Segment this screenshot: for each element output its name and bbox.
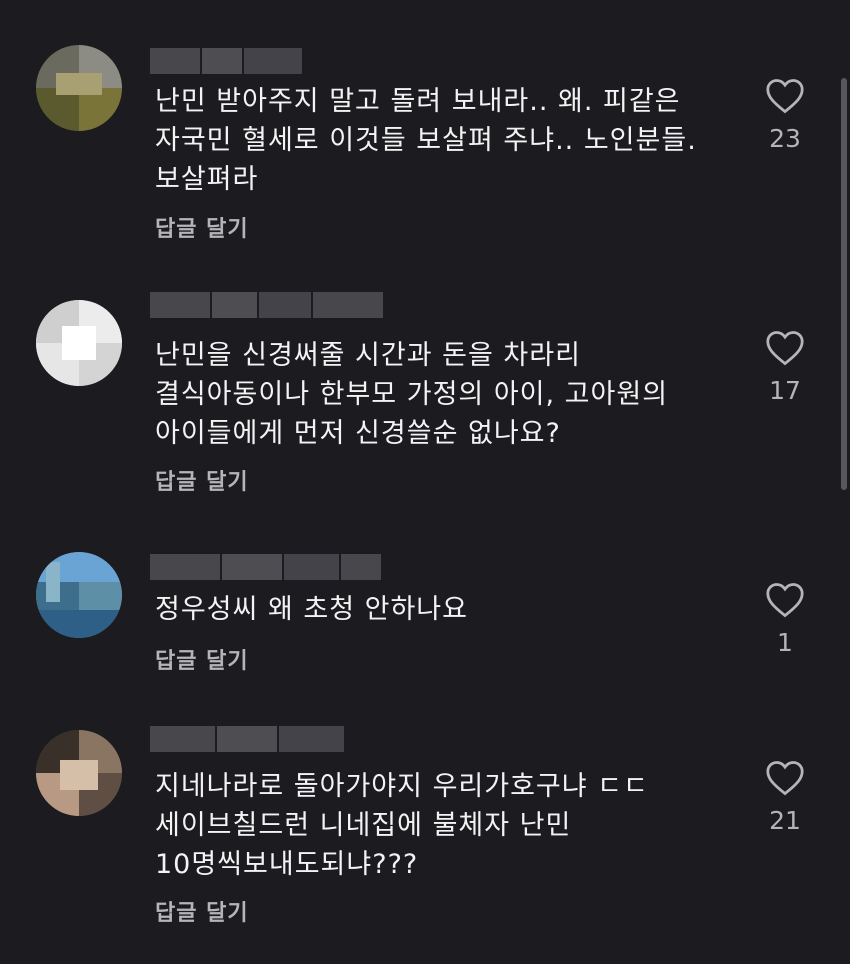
like-button[interactable]: 17 bbox=[755, 330, 815, 405]
comment-text: 난민을 신경써줄 시간과 돈을 차라리 결식아동이나 한부모 가정의 아이, 고… bbox=[155, 340, 669, 449]
avatar[interactable] bbox=[36, 730, 122, 816]
heart-outline-icon bbox=[766, 331, 804, 366]
reply-button[interactable]: 답글 달기 bbox=[155, 464, 249, 496]
heart-outline-icon bbox=[766, 761, 804, 796]
like-count: 23 bbox=[769, 124, 801, 153]
comment-list-page: 난민 받아주지 말고 돌려 보내라.. 왜. 피같은 자국민 혈세로 이것들 보… bbox=[0, 0, 850, 964]
like-count: 1 bbox=[777, 628, 793, 657]
avatar[interactable] bbox=[36, 300, 122, 386]
scrollbar[interactable] bbox=[841, 78, 847, 490]
like-button[interactable]: 23 bbox=[755, 78, 815, 153]
avatar[interactable] bbox=[36, 45, 122, 131]
username-redacted[interactable] bbox=[150, 291, 383, 319]
heart-outline-icon bbox=[766, 79, 804, 114]
like-count: 21 bbox=[769, 806, 801, 835]
comment-text: 난민 받아주지 말고 돌려 보내라.. 왜. 피같은 자국민 혈세로 이것들 보… bbox=[155, 86, 697, 195]
reply-button[interactable]: 답글 달기 bbox=[155, 895, 249, 927]
comment-text: 정우성씨 왜 초청 안하나요 bbox=[155, 594, 468, 625]
heart-outline-icon bbox=[766, 583, 804, 618]
avatar[interactable] bbox=[36, 552, 122, 638]
like-button[interactable]: 1 bbox=[755, 582, 815, 657]
username-redacted[interactable] bbox=[150, 553, 381, 581]
reply-button[interactable]: 답글 달기 bbox=[155, 211, 249, 243]
username-redacted[interactable] bbox=[150, 725, 344, 753]
like-button[interactable]: 21 bbox=[755, 760, 815, 835]
username-redacted[interactable] bbox=[150, 47, 302, 75]
like-count: 17 bbox=[769, 376, 801, 405]
reply-button[interactable]: 답글 달기 bbox=[155, 643, 249, 675]
comment-text: 지네나라로 돌아가야지 우리가호구냐 ㄷㄷ 세이브칠드런 니네집에 불체자 난민… bbox=[155, 771, 649, 880]
